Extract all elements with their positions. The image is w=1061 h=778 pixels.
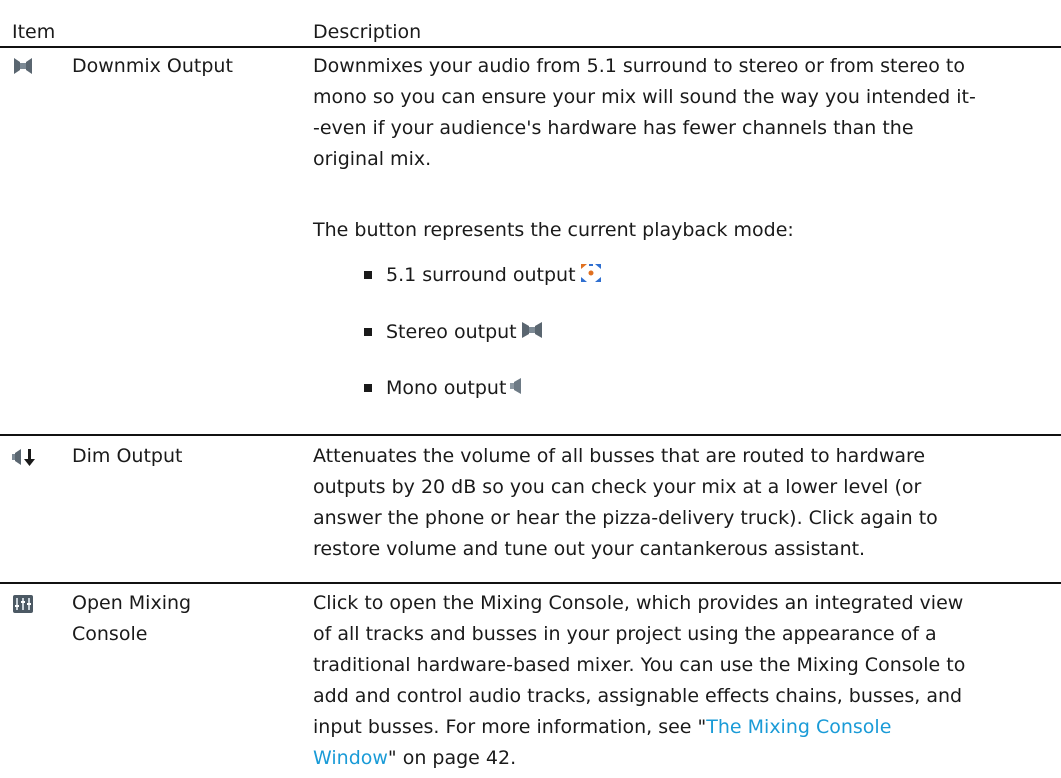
mixing-console-window-link[interactable]: The Mixing Console [706,716,891,738]
item-label-downmix-output: Downmix Output [72,55,233,77]
description-dim-output: Attenuates the volume of all busses that… [313,441,1043,565]
mixing-console-window-link-cont[interactable]: Window [313,747,388,769]
downmix-output-icon [12,56,34,76]
bullet-icon [364,384,372,392]
description-downmix-output: Downmixes your audio from 5.1 surround t… [313,51,1043,175]
list-item-surround: 5.1 surround output [360,260,603,290]
bullet-icon [364,328,372,336]
mode-label: Mono output [386,377,507,399]
description-line: traditional hardware-based mixer. You ca… [313,654,966,676]
table-row-downmix-output: Downmix Output Downmixes your audio from… [0,48,1061,436]
description-line: mono so you can ensure your mix will sou… [313,86,976,108]
description-open-mixing-console: Click to open the Mixing Console, which … [313,588,1043,774]
description-text: " on page 42. [387,747,517,769]
mode-label: 5.1 surround output [386,264,576,286]
description-line: -even if your audience's hardware has fe… [313,117,914,139]
item-label-line: Console [72,623,148,645]
description-line: restore volume and tune out your cantank… [313,538,866,560]
description-line: input busses. For more information, see … [313,712,1043,743]
description-line: answer the phone or hear the pizza-deliv… [313,507,938,529]
surround-output-icon [579,262,603,289]
description-line: add and control audio tracks, assignable… [313,685,963,707]
item-label-line: Open Mixing [72,592,192,614]
mode-label: Stereo output [386,321,517,343]
list-item-mono: Mono output [360,373,523,403]
bullet-icon [364,271,372,279]
dim-output-icon [12,447,35,467]
description-line: Downmixes your audio from 5.1 surround t… [313,55,965,77]
mono-output-icon [509,376,523,401]
description-line: of all tracks and busses in your project… [313,623,937,645]
description-line: outputs by 20 dB so you can check your m… [313,476,922,498]
table-row-open-mixing-console: Open Mixing Console Click to open the Mi… [0,584,1061,778]
column-header-description: Description [313,21,422,43]
stereo-output-icon [520,320,544,345]
document-table: Item Description Downmix Output Downmixe… [0,0,1061,778]
playback-mode-intro: The button represents the current playba… [313,219,794,241]
item-label-open-mixing-console: Open Mixing Console [72,588,302,650]
column-header-item: Item [12,21,56,43]
description-line: Click to open the Mixing Console, which … [313,592,964,614]
item-label-dim-output: Dim Output [72,445,183,467]
description-line: Window" on page 42. [313,743,1043,774]
description-text: input busses. For more information, see … [313,716,707,738]
table-header: Item Description [0,0,1061,48]
description-line: original mix. [313,148,432,170]
mixing-console-icon [12,594,34,614]
list-item-stereo: Stereo output [360,317,544,347]
table-row-dim-output: Dim Output Attenuates the volume of all … [0,436,1061,584]
description-line: Attenuates the volume of all busses that… [313,445,926,467]
